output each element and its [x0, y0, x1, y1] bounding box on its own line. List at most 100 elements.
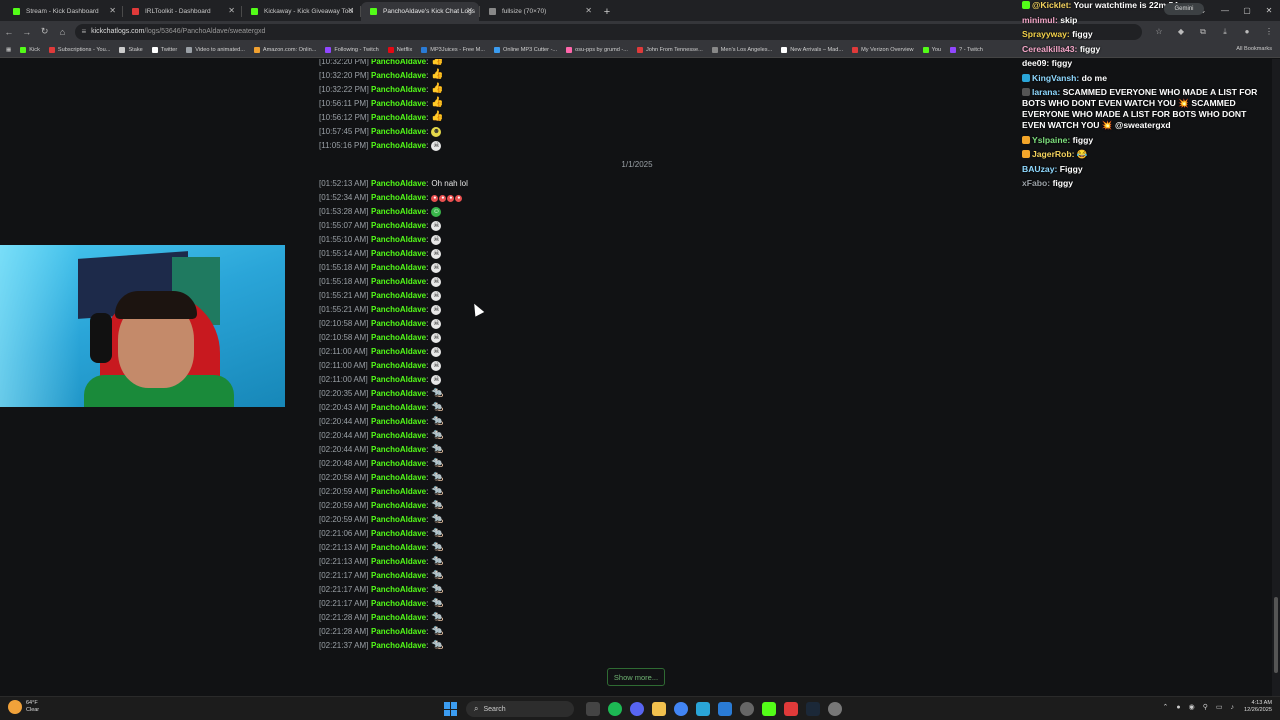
message-username[interactable]: PanchoAldave: [371, 235, 426, 244]
message-username[interactable]: PanchoAldave: [371, 585, 426, 594]
message-username[interactable]: PanchoAldave: [371, 305, 426, 314]
kick-icon[interactable]: [762, 702, 776, 716]
message-username[interactable]: PanchoAldave: [371, 417, 426, 426]
browser-tab[interactable]: fullsize (70×70) ✕: [480, 2, 598, 21]
chrome-icon[interactable]: [674, 702, 688, 716]
browser-tab[interactable]: Stream - Kick Dashboard ✕: [4, 2, 122, 21]
message-username[interactable]: PanchoAldave: [371, 487, 426, 496]
volume-icon[interactable]: ♪: [1231, 704, 1235, 711]
message-username[interactable]: PanchoAldave: [371, 529, 426, 538]
browser-tab[interactable]: Kickaway - Kick Giveaway Tool ✕: [242, 2, 360, 21]
scrollbar-thumb[interactable]: [1274, 597, 1278, 673]
photos-icon[interactable]: [718, 702, 732, 716]
browser-tab[interactable]: PanchoAldave's Kick Chat Logs ✕: [361, 2, 479, 21]
system-clock[interactable]: 4:13 AM 12/26/2025: [1244, 700, 1272, 714]
bookmark-item[interactable]: Twitter: [151, 46, 177, 53]
message-username[interactable]: PanchoAldave: [371, 403, 426, 412]
mic-icon[interactable]: ⚲: [1203, 703, 1208, 711]
app-icon-grey[interactable]: [740, 702, 754, 716]
back-button[interactable]: ←: [0, 23, 18, 41]
message-username[interactable]: PanchoAldave: [371, 459, 426, 468]
tray-app-icon[interactable]: ●: [1176, 704, 1180, 711]
bookmark-item[interactable]: You: [922, 46, 941, 53]
message-username[interactable]: PanchoAldave: [371, 599, 426, 608]
message-username[interactable]: PanchoAldave: [371, 207, 426, 216]
message-username[interactable]: PanchoAldave: [371, 473, 426, 482]
task-view-icon[interactable]: [586, 702, 600, 716]
tray-app-icon-2[interactable]: ◉: [1189, 703, 1195, 711]
message-username[interactable]: PanchoAldave: [371, 71, 426, 80]
tab-close-icon[interactable]: ✕: [585, 6, 592, 15]
home-button[interactable]: ⌂: [54, 23, 72, 41]
message-username[interactable]: PanchoAldave: [371, 141, 426, 150]
bookmark-item[interactable]: ? - Twitch: [950, 46, 983, 53]
bookmark-item[interactable]: Netflix: [387, 46, 412, 53]
settings-icon[interactable]: [828, 702, 842, 716]
message-username[interactable]: PanchoAldave: [371, 501, 426, 510]
message-username[interactable]: PanchoAldave: [371, 515, 426, 524]
file-explorer-icon[interactable]: [652, 702, 666, 716]
message-username[interactable]: PanchoAldave: [371, 291, 426, 300]
message-username[interactable]: PanchoAldave: [371, 319, 426, 328]
spotify-icon[interactable]: [608, 702, 622, 716]
message-username[interactable]: PanchoAldave: [371, 431, 426, 440]
bookmark-item[interactable]: osu-pps by grumd -...: [566, 46, 628, 53]
message-username[interactable]: PanchoAldave: [371, 627, 426, 636]
bookmark-item[interactable]: My Verizon Overview: [852, 46, 914, 53]
bookmark-item[interactable]: MP3Juices - Free M...: [421, 46, 485, 53]
message-username[interactable]: PanchoAldave: [371, 263, 426, 272]
message-username[interactable]: PanchoAldave: [371, 445, 426, 454]
message-username[interactable]: PanchoAldave: [371, 193, 426, 202]
message-username[interactable]: PanchoAldave: [371, 249, 426, 258]
start-button[interactable]: [444, 702, 458, 716]
site-info-icon[interactable]: ≡: [81, 27, 86, 36]
message-username[interactable]: PanchoAldave: [371, 641, 426, 650]
forward-button[interactable]: →: [18, 23, 36, 41]
apps-icon[interactable]: ▦: [6, 47, 11, 53]
message-username[interactable]: PanchoAldave: [371, 375, 426, 384]
bookmark-item[interactable]: Online MP3 Cutter -...: [494, 46, 557, 53]
message-username[interactable]: PanchoAldave: [371, 127, 426, 136]
app-icon-blue[interactable]: [696, 702, 710, 716]
message-username[interactable]: PanchoAldave: [371, 277, 426, 286]
message-username[interactable]: PanchoAldave: [371, 221, 426, 230]
message-username[interactable]: PanchoAldave: [371, 99, 426, 108]
browser-tab[interactable]: IRLToolkit - Dashboard ✕: [123, 2, 241, 21]
bookmark-item[interactable]: Men's Los Angeles...: [711, 46, 772, 53]
message-username[interactable]: PanchoAldave: [371, 85, 426, 94]
bookmark-item[interactable]: Video to animated...: [186, 46, 245, 53]
bookmark-item[interactable]: Following - Twitch: [325, 46, 379, 53]
message-username[interactable]: PanchoAldave: [371, 361, 426, 370]
message-username[interactable]: PanchoAldave: [371, 557, 426, 566]
bookmark-item[interactable]: John From Tennesse...: [636, 46, 703, 53]
gemini-button[interactable]: Gemini: [1164, 3, 1204, 15]
bookmark-item[interactable]: New Arrivals – Mad...: [781, 46, 843, 53]
tab-close-icon[interactable]: ✕: [109, 6, 116, 15]
taskbar-search[interactable]: ⌕ Search: [466, 701, 574, 717]
bookmark-item[interactable]: Kick: [20, 46, 40, 53]
message-username[interactable]: PanchoAldave: [371, 543, 426, 552]
obs-icon[interactable]: [784, 702, 798, 716]
tab-close-icon[interactable]: ✕: [228, 6, 235, 15]
steam-icon[interactable]: [806, 702, 820, 716]
discord-icon[interactable]: [630, 702, 644, 716]
message-username[interactable]: PanchoAldave: [371, 613, 426, 622]
message-username[interactable]: PanchoAldave: [371, 59, 426, 66]
message-username[interactable]: PanchoAldave: [371, 347, 426, 356]
network-icon[interactable]: ▭: [1216, 703, 1223, 711]
tab-close-icon[interactable]: ✕: [466, 6, 473, 15]
message-username[interactable]: PanchoAldave: [371, 571, 426, 580]
message-username[interactable]: PanchoAldave: [371, 389, 426, 398]
message-username[interactable]: PanchoAldave: [371, 113, 426, 122]
tab-close-icon[interactable]: ✕: [347, 6, 354, 15]
show-more-button[interactable]: Show more...: [607, 668, 665, 686]
bookmark-item[interactable]: Amazon.com: Onlin...: [253, 46, 316, 53]
url-field[interactable]: ≡ kickchatlogs.com/logs/53646/PanchoAlda…: [75, 23, 1142, 40]
bookmark-item[interactable]: Stake: [119, 46, 143, 53]
new-tab-button[interactable]: +: [598, 2, 616, 21]
message-username[interactable]: PanchoAldave: [371, 179, 426, 188]
reload-button[interactable]: ↻: [36, 23, 54, 41]
tray-chevron-icon[interactable]: ⌃: [1163, 703, 1169, 711]
weather-widget[interactable]: 64°F Clear: [8, 700, 39, 714]
message-username[interactable]: PanchoAldave: [371, 333, 426, 342]
